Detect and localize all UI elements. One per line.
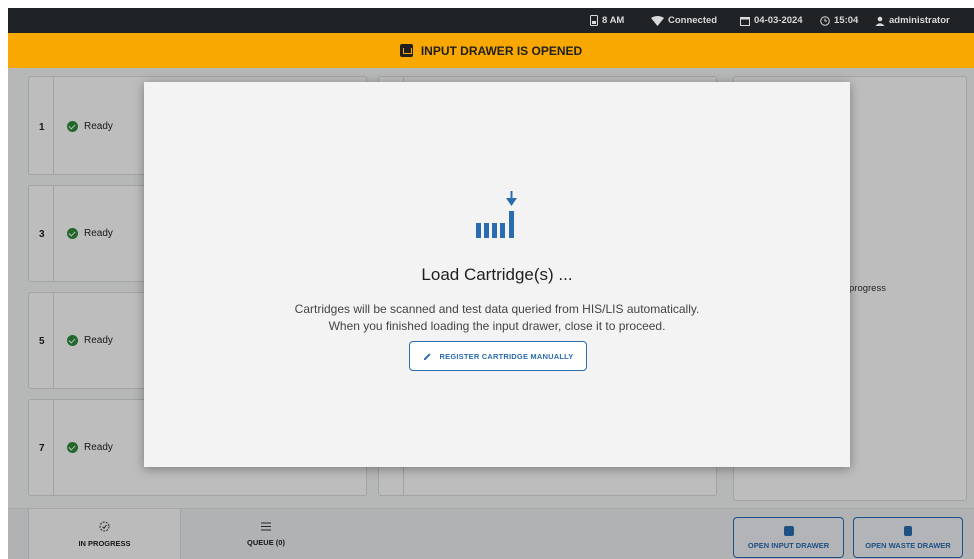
user-label: administrator [889,15,950,26]
drawer-icon [399,44,413,57]
dialog-description-line-2: When you finished loading the input draw… [328,319,666,333]
dialog-title: Load Cartridge(s) ... [421,265,573,284]
pencil-icon [423,352,431,360]
load-cartridge-dialog: Load Cartridge(s) ... Cartridges will be… [144,82,850,467]
register-cartridge-manually-button[interactable]: REGISTER CARTRIDGE MANUALLY [409,341,587,371]
network-status: Connected [651,15,717,26]
status-bar: 8 AM Connected 04-03-2024 15:04 administ… [8,8,974,33]
battery-status: 8 AM [590,15,624,26]
banner-text: INPUT DRAWER IS OPENED [420,43,583,58]
user-status[interactable]: administrator [875,15,950,26]
clock-icon [820,15,830,26]
wifi-icon [651,15,664,26]
user-icon [875,16,885,26]
date-label: 04-03-2024 [754,15,803,26]
battery-label: 8 AM [602,15,625,26]
register-cartridge-manually-label: REGISTER CARTRIDGE MANUALLY [439,351,574,361]
dialog-description-line-1: Cartridges will be scanned and test data… [294,302,700,316]
load-cartridge-icon [476,191,517,238]
calendar-icon [740,16,750,26]
time-status: 15:04 [820,15,858,26]
network-label: Connected [668,15,718,26]
date-status: 04-03-2024 [740,15,803,26]
time-label: 15:04 [834,15,859,26]
battery-icon [590,15,598,26]
drawer-opened-banner: INPUT DRAWER IS OPENED [8,33,974,68]
